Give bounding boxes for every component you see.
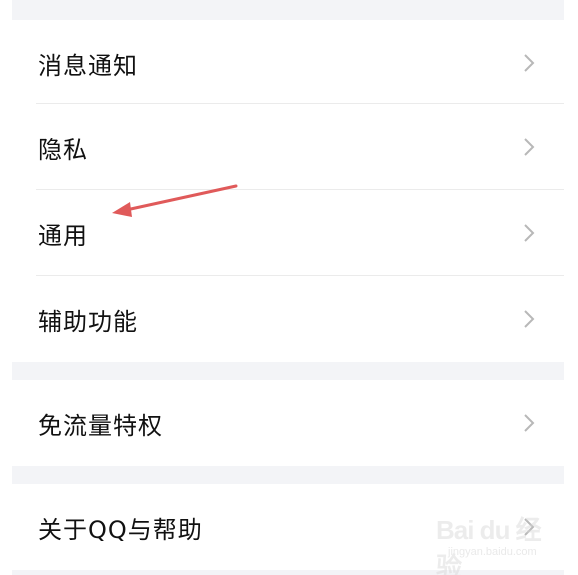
settings-item-label: 通用 [38, 221, 88, 250]
settings-item-label: 消息通知 [38, 51, 138, 80]
chevron-right-icon [524, 414, 535, 432]
settings-item-general[interactable]: 通用 [12, 190, 564, 276]
settings-item-privacy[interactable]: 隐私 [12, 104, 564, 190]
settings-page: 消息通知 隐私 通用 辅助功能 免流量特权 关于QQ与帮助 Bai du 经验 … [0, 0, 578, 575]
chevron-right-icon [524, 224, 535, 242]
settings-item-free-data[interactable]: 免流量特权 [12, 380, 564, 466]
watermark-brand: Bai du 经验 [436, 515, 542, 575]
section-gap [12, 362, 564, 380]
settings-item-label: 免流量特权 [38, 411, 163, 440]
settings-item-label: 隐私 [38, 135, 88, 164]
section-gap-top [12, 0, 564, 20]
watermark-domain: jingyan.baidu.com [448, 546, 537, 558]
chevron-right-icon [524, 54, 535, 72]
settings-item-label: 辅助功能 [38, 307, 138, 336]
section-gap [12, 466, 564, 484]
settings-item-notifications[interactable]: 消息通知 [12, 20, 564, 106]
baidu-watermark-logo: Bai du 经验 jingyan.baidu.com [436, 508, 556, 575]
chevron-right-icon [524, 138, 535, 156]
chevron-right-icon [524, 310, 535, 328]
settings-item-label: 关于QQ与帮助 [38, 515, 203, 544]
settings-item-accessibility[interactable]: 辅助功能 [12, 276, 564, 362]
